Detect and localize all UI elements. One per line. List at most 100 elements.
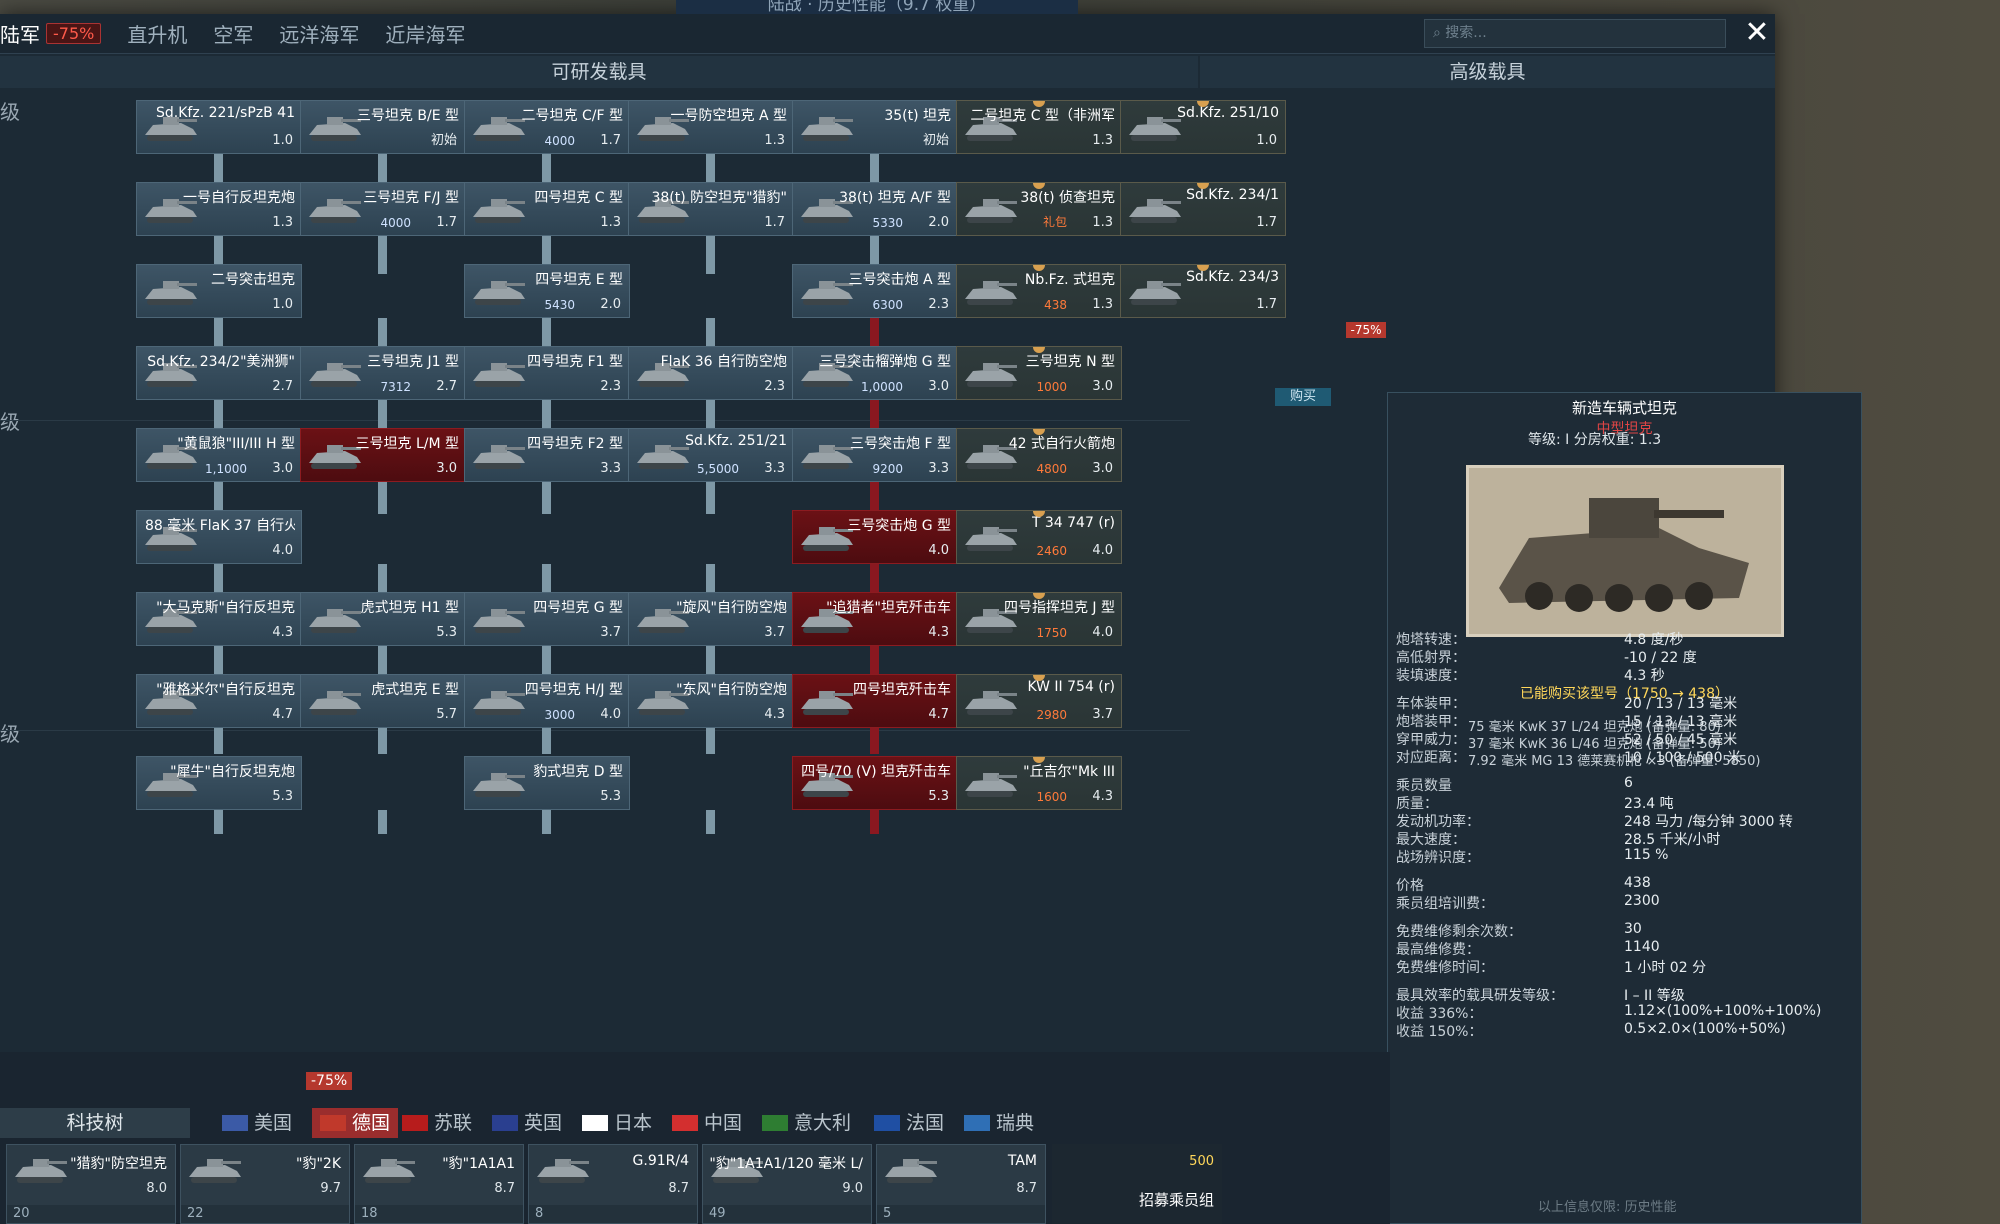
crew-slot[interactable]: "豹"2K 9.7 22 — [180, 1144, 350, 1224]
vehicle-card[interactable]: T 34 747 (r) 2460 4.0 — [956, 510, 1122, 564]
vehicle-card[interactable]: 二号坦克 C 型（非洲军 1.3 — [956, 100, 1122, 154]
vehicle-card[interactable]: 三号坦克 J1 型 7312 2.7 — [300, 346, 466, 400]
vehicle-name: 虎式坦克 E 型 — [371, 682, 459, 698]
vehicle-cost: 2980 — [1036, 708, 1067, 722]
premium-header: 高级载具 — [1200, 56, 1775, 88]
tank-icon — [1125, 113, 1185, 143]
vehicle-card[interactable]: 虎式坦克 E 型 5.7 — [300, 674, 466, 728]
battle-rating: 5.3 — [436, 625, 457, 640]
battle-rating: 2.0 — [928, 215, 949, 230]
branch-tab-heli[interactable]: 直升机 — [127, 19, 187, 48]
vehicle-card[interactable]: 四号坦克 G 型 3.7 — [464, 592, 630, 646]
vehicle-card[interactable]: Sd.Kfz. 251/10 1.0 — [1120, 100, 1286, 154]
vehicle-card[interactable]: 一号自行反坦克炮 1.3 — [136, 182, 302, 236]
crew-slot[interactable]: "豹"1A1A1 8.7 18 — [354, 1144, 524, 1224]
vehicle-card[interactable]: Sd.Kfz. 234/3 1.7 — [1120, 264, 1286, 318]
flag-icon — [320, 1115, 346, 1131]
vehicle-card[interactable]: "犀牛"自行反坦克炮 5.3 — [136, 756, 302, 810]
search-input[interactable]: ⌕ 搜索... — [1424, 19, 1726, 48]
vehicle-card[interactable]: 三号突击榴弹炮 G 型 1,0000 3.0 — [792, 346, 958, 400]
vehicle-card[interactable]: 三号突击炮 A 型 6300 2.3 — [792, 264, 958, 318]
vehicle-card[interactable]: 豹式坦克 D 型 5.3 — [464, 756, 630, 810]
vehicle-card[interactable]: 三号坦克 N 型 1000 3.0 — [956, 346, 1122, 400]
vehicle-card[interactable]: "东风"自行防空炮 4.3 — [628, 674, 794, 728]
battle-rating: 4.3 — [272, 625, 293, 640]
stat-label: 对应距离： — [1396, 750, 1466, 766]
vehicle-card[interactable]: Sd.Kfz. 221/sPzB 41 1.0 — [136, 100, 302, 154]
vehicle-name: "大马克斯"自行反坦克 — [156, 600, 295, 616]
crew-slot[interactable]: TAM 8.7 5 — [876, 1144, 1046, 1224]
vehicle-card[interactable]: 三号坦克 F/J 型 4000 1.7 — [300, 182, 466, 236]
vehicle-card[interactable]: 38(t) 防空坦克"猎豹" 1.7 — [628, 182, 794, 236]
crew-slot[interactable]: "猎豹"防空坦克 8.0 20 — [6, 1144, 176, 1224]
stat-value: 30 — [1624, 921, 1642, 937]
nation-tab[interactable]: 德国 — [312, 1108, 399, 1138]
branch-tab-coastal[interactable]: 近岸海军 — [385, 19, 465, 48]
nation-tab[interactable]: 中国 — [672, 1108, 742, 1138]
vehicle-card[interactable]: 35(t) 坦克 初始 — [792, 100, 958, 154]
crew-number: 8 — [535, 1206, 544, 1221]
tree-connector — [706, 564, 715, 594]
close-icon[interactable]: ✕ — [1742, 18, 1772, 48]
vehicle-card[interactable]: 一号防空坦克 A 型 1.3 — [628, 100, 794, 154]
vehicle-card[interactable]: 三号突击炮 F 型 9200 3.3 — [792, 428, 958, 482]
branch-tab-ground[interactable]: 陆军 -75% — [0, 19, 102, 48]
branch-tab-air[interactable]: 空军 — [213, 19, 253, 48]
nation-tab[interactable]: 意大利 — [762, 1108, 851, 1138]
vehicle-card[interactable]: 四号指挥坦克 J 型 1750 4.0 — [956, 592, 1122, 646]
vehicle-card[interactable]: 四号坦克 E 型 5430 2.0 — [464, 264, 630, 318]
nation-tab[interactable]: 瑞典 — [964, 1108, 1034, 1138]
vehicle-card[interactable]: 88 毫米 FlaK 37 自行火 4.0 — [136, 510, 302, 564]
vehicle-card[interactable]: 三号坦克 B/E 型初始 — [300, 100, 466, 154]
branch-bar: 陆军 -75% 直升机 空军 远洋海军 近岸海军 ⌕ 搜索... ✕ — [0, 14, 1775, 54]
techtree-button[interactable]: 科技树 — [0, 1108, 190, 1138]
recruit-crew-button[interactable]: 500 招募乘员组 — [1052, 1144, 1222, 1224]
vehicle-card[interactable]: 38(t) 坦克 A/F 型 5330 2.0 — [792, 182, 958, 236]
vehicle-card[interactable]: 四号坦克 F1 型 2.3 — [464, 346, 630, 400]
vehicle-card[interactable]: 四号坦克歼击车 4.7 — [792, 674, 958, 728]
vehicle-card[interactable]: "旋风"自行防空炮 3.7 — [628, 592, 794, 646]
vehicle-card[interactable]: 虎式坦克 H1 型 5.3 — [300, 592, 466, 646]
vehicle-card[interactable]: Sd.Kfz. 234/2"美洲狮" 2.7 — [136, 346, 302, 400]
vehicle-card[interactable]: 三号坦克 L/M 型 3.0 — [300, 428, 466, 482]
vehicle-card[interactable]: FlaK 36 自行防空炮 2.3 — [628, 346, 794, 400]
battle-rating: 1.3 — [1092, 297, 1113, 312]
nation-tab[interactable]: 英国 — [492, 1108, 562, 1138]
battle-rating: 初始 — [430, 133, 457, 148]
stat-value: 20 / 13 / 13 毫米 — [1624, 696, 1738, 712]
vehicle-card[interactable]: "大马克斯"自行反坦克 4.3 — [136, 592, 302, 646]
stat-value: 52 / 50 / 45 毫米 — [1624, 732, 1738, 748]
crew-slot[interactable]: G.91R/4 8.7 8 — [528, 1144, 698, 1224]
vehicle-card[interactable]: KW II 754 (r) 2980 3.7 — [956, 674, 1122, 728]
vehicle-card[interactable]: 四号坦克 H/J 型 3000 4.0 — [464, 674, 630, 728]
nation-tab[interactable]: 日本 — [582, 1108, 652, 1138]
researchable-header: 可研发载具 — [0, 56, 1198, 88]
vehicle-card[interactable]: "追猎者"坦克歼击车 4.3 — [792, 592, 958, 646]
vehicle-card[interactable]: 四号坦克 C 型 1.3 — [464, 182, 630, 236]
vehicle-card[interactable]: 38(t) 侦查坦克 礼包 1.3 — [956, 182, 1122, 236]
crew-slot[interactable]: "豹"1A1A1/120 毫米 L/9.0 49 — [702, 1144, 872, 1224]
vehicle-card[interactable]: 四号/70 (V) 坦克歼击车 5.3 — [792, 756, 958, 810]
vehicle-name: 三号坦克 J1 型 — [367, 354, 459, 370]
nation-tab[interactable]: 美国 — [222, 1108, 292, 1138]
vehicle-card[interactable]: "丘吉尔"Mk III 1600 4.3 — [956, 756, 1122, 810]
vehicle-name: 三号突击炮 A 型 — [848, 272, 951, 288]
vehicle-card[interactable]: Sd.Kfz. 234/1 1.7 — [1120, 182, 1286, 236]
vehicle-cost: 5,5000 — [697, 462, 739, 476]
nation-tab[interactable]: 法国 — [874, 1108, 944, 1138]
battle-rating: 5.3 — [600, 789, 621, 804]
vehicle-card[interactable]: 三号突击炮 G 型 4.0 — [792, 510, 958, 564]
vehicle-card[interactable]: "黄鼠狼"III/III H 型 1,1000 3.0 — [136, 428, 302, 482]
vehicle-card[interactable]: Sd.Kfz. 251/21 5,5000 3.3 — [628, 428, 794, 482]
nation-tab[interactable]: 苏联 — [402, 1108, 472, 1138]
vehicle-card[interactable]: 42 式自行火箭炮 4800 3.0 — [956, 428, 1122, 482]
vehicle-card[interactable]: 四号坦克 F2 型 3.3 — [464, 428, 630, 482]
crew-footer — [355, 1205, 523, 1223]
vehicle-card[interactable]: Nb.Fz. 式坦克 438 1.3 — [956, 264, 1122, 318]
vehicle-name: 38(t) 侦查坦克 — [1020, 190, 1115, 206]
branch-tab-bluewater[interactable]: 远洋海军 — [279, 19, 359, 48]
buy-button[interactable]: 购买 — [1275, 388, 1331, 406]
vehicle-card[interactable]: "雅格米尔"自行反坦克 4.7 — [136, 674, 302, 728]
vehicle-card[interactable]: 二号突击坦克 1.0 — [136, 264, 302, 318]
vehicle-card[interactable]: 二号坦克 C/F 型 4000 1.7 — [464, 100, 630, 154]
